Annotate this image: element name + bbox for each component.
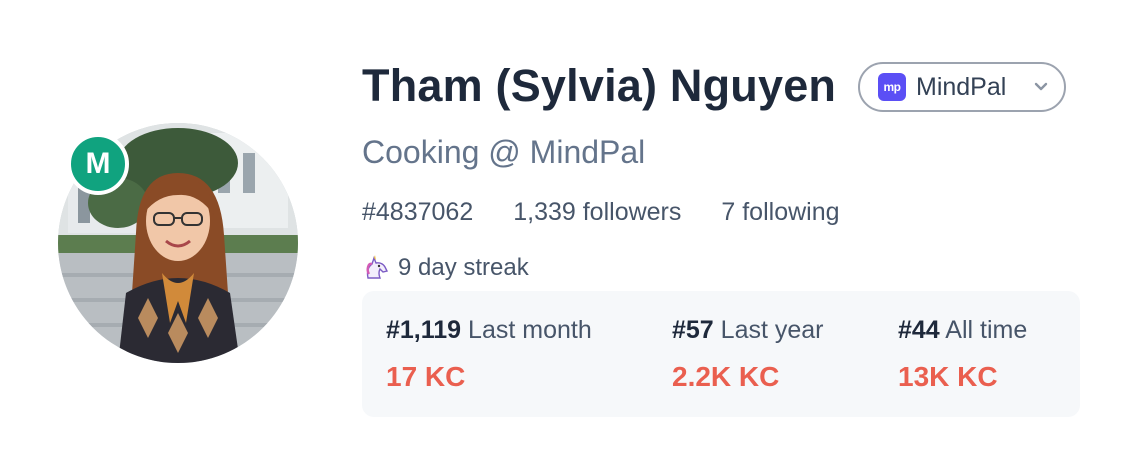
streak: 9 day streak — [362, 252, 529, 284]
profile-name: Tham (Sylvia) Nguyen — [362, 60, 837, 111]
org-select[interactable]: mp MindPal — [858, 62, 1066, 112]
ranking-all-time: #44 All time 13K KC — [898, 313, 1027, 393]
unicorn-icon — [366, 255, 389, 279]
ranking-number: #44 — [898, 316, 940, 344]
following-link[interactable]: 7 following — [721, 196, 839, 228]
mindpal-logo-icon: mp — [878, 73, 906, 101]
profile-headline: Cooking @ MindPal — [362, 134, 646, 170]
chevron-down-icon — [1034, 82, 1048, 91]
ranking-period: All time — [945, 316, 1028, 344]
ranking-last-month: #1,119 Last month 17 KC — [386, 313, 592, 393]
ranking-kc-value: 2.2K KC — [672, 361, 780, 392]
streak-label: 9 day streak — [398, 254, 529, 281]
followers-link[interactable]: 1,339 followers — [513, 196, 681, 228]
org-select-value: MindPal — [916, 72, 1007, 101]
ranking-number: #57 — [672, 316, 714, 344]
rankings-card: #1,119 Last month 17 KC #57 Last year 2.… — [362, 291, 1080, 417]
avatar-badge: M — [67, 133, 129, 195]
ranking-kc-value: 17 KC — [386, 361, 466, 392]
profile-stats: #4837062 1,339 followers 7 following — [362, 196, 840, 228]
ranking-last-year: #57 Last year 2.2K KC — [672, 313, 824, 393]
ranking-kc-value: 13K KC — [898, 361, 998, 392]
ranking-period: Last month — [468, 316, 592, 344]
ranking-period: Last year — [720, 316, 824, 344]
ranking-number: #1,119 — [386, 316, 462, 344]
user-rank: #4837062 — [362, 198, 474, 226]
